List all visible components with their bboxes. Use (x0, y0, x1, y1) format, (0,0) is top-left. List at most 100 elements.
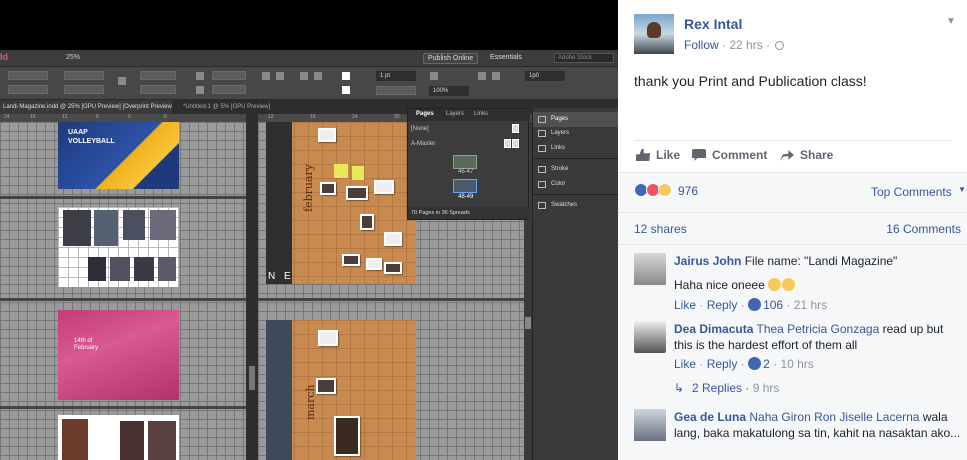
master-thumb (512, 139, 519, 148)
facebook-post: Rex Intal Follow · 22 hrs · ▼ thank you … (618, 0, 967, 460)
select-container-icon (300, 72, 308, 80)
counts-row: 12 shares 16 Comments (618, 212, 967, 244)
dock-item-stroke: Stroke (533, 162, 618, 177)
master-thumb (504, 139, 511, 148)
commenter-name[interactable]: Dea Dimacuta (674, 322, 753, 336)
rotate-field (212, 71, 246, 80)
commenter-avatar[interactable] (634, 409, 666, 441)
reply-arrow-icon: ↳ (674, 381, 685, 395)
tab-layers: Layers (446, 111, 465, 117)
zoom-select: 25% (66, 54, 81, 61)
tagged-user[interactable]: Thea Petricia Gonzaga (757, 322, 880, 336)
share-label: Share (800, 148, 834, 162)
comment-reaction-count[interactable]: 106 (763, 298, 783, 312)
commenter-name[interactable]: Gea de Luna (674, 410, 746, 424)
photo-thumb (134, 257, 154, 281)
spread-divider (0, 298, 246, 301)
like-icon (636, 149, 650, 161)
dock-item-links: Links (533, 141, 618, 156)
post-time[interactable]: 22 hrs (729, 38, 762, 52)
dock-item-pages: Pages (533, 112, 618, 127)
dot-separator: · (740, 357, 749, 371)
shear-field (212, 85, 246, 94)
tagged-user[interactable]: Naha Giron Ron Jiselle Lacerna (749, 410, 919, 424)
comment-reaction-count[interactable]: 2 (763, 357, 770, 371)
author-avatar[interactable] (634, 14, 674, 54)
pages-panel-tabs: Pages Layers Links (408, 109, 530, 121)
constrain-icon (118, 77, 126, 85)
ruler-label: 12 (62, 114, 68, 120)
wow-reaction-icon (658, 183, 672, 197)
photo-thumb (63, 210, 91, 246)
pinned-photo (318, 330, 338, 346)
comment-like-link[interactable]: Like (674, 298, 696, 312)
pinned-photo (316, 378, 336, 394)
dot-separator: · (786, 298, 794, 312)
february-title: 14th of February (74, 338, 98, 352)
select-content-icon (314, 72, 322, 80)
comment-body: Jairus John File name: "Landi Magazine" (674, 253, 964, 269)
comment-like-link[interactable]: Like (674, 357, 696, 371)
dock-divider (533, 158, 618, 159)
view-replies-link[interactable]: ↳ 2 Replies · 9 hrs (674, 381, 779, 395)
spread-label: 48-49 (458, 194, 474, 200)
spread-uaap-volleyball: UAAP VOLLEYBALL (58, 122, 179, 189)
pinned-photo (384, 232, 402, 246)
comment-reply-link[interactable]: Reply (707, 298, 738, 312)
indesign-app-bar: Id 25% Publish Online Essentials Adobe S… (0, 50, 618, 67)
post-text: thank you Print and Publication class! (634, 73, 867, 89)
pinned-photo (366, 258, 382, 270)
pinned-photo (318, 128, 336, 142)
comment-icon (692, 149, 706, 161)
top-comments-dropdown[interactable]: Top Comments (871, 185, 952, 199)
spread-divider (0, 196, 246, 199)
share-icon (780, 150, 794, 161)
commenter-name[interactable]: Jairus John (674, 254, 741, 268)
follow-link[interactable]: Follow (684, 38, 719, 52)
indesign-screenshot-photo[interactable]: Id 25% Publish Online Essentials Adobe S… (0, 0, 618, 460)
photo-thumb (94, 210, 118, 246)
comment-reply-link[interactable]: Reply (707, 357, 738, 371)
commenter-avatar[interactable] (634, 253, 666, 285)
scroll-thumb (249, 366, 255, 390)
tab-pages: Pages (416, 111, 434, 117)
like-reaction-icon (748, 357, 762, 370)
pinned-photo (320, 182, 336, 195)
wrap-icon (478, 72, 486, 80)
caret-down-icon[interactable]: ▼ (958, 185, 966, 194)
ruler-label: 24 (4, 114, 10, 120)
reaction-count[interactable]: 976 (678, 184, 698, 198)
dot-separator: · (740, 298, 749, 312)
comment-button[interactable]: Comment (692, 148, 767, 162)
dock-item-layers: Layers (533, 126, 618, 141)
laughing-emoji-icon (782, 278, 796, 291)
spread-divider (0, 406, 246, 409)
photo-thumb (120, 421, 144, 460)
comment-time[interactable]: 10 hrs (780, 357, 813, 371)
fx-icon (430, 72, 438, 80)
like-button[interactable]: Like (636, 148, 680, 162)
scale-y-field (140, 85, 176, 94)
comment-time[interactable]: 21 hrs (794, 298, 827, 312)
comment-body: Dea Dimacuta Thea Petricia Gonzaga read … (674, 321, 964, 353)
comment-text: File name: "Landi Magazine" (744, 254, 898, 268)
stroke-swatch-icon (342, 86, 350, 94)
corner-size-field: 1p0 (525, 71, 565, 81)
ruler-label: 18 (310, 114, 316, 120)
chevron-down-icon[interactable]: ▼ (946, 16, 956, 27)
share-button[interactable]: Share (780, 148, 833, 162)
pinned-photo (374, 180, 394, 194)
shares-link[interactable]: 12 shares (634, 222, 687, 236)
author-name[interactable]: Rex Intal (684, 16, 742, 32)
document-tab-landi: Landi Magazine.indd @ 25% [GPU Preview] … (0, 100, 172, 114)
meta-separator: · (766, 38, 774, 52)
globe-icon (775, 41, 785, 50)
photo-strip (266, 320, 292, 460)
comments-count-link[interactable]: 16 Comments (886, 222, 961, 236)
photo-thumb (88, 257, 106, 281)
a-master: A-Master (411, 141, 436, 147)
master-thumb (512, 124, 519, 133)
x-field (8, 71, 48, 80)
w-field (64, 71, 104, 80)
commenter-avatar[interactable] (634, 321, 666, 353)
